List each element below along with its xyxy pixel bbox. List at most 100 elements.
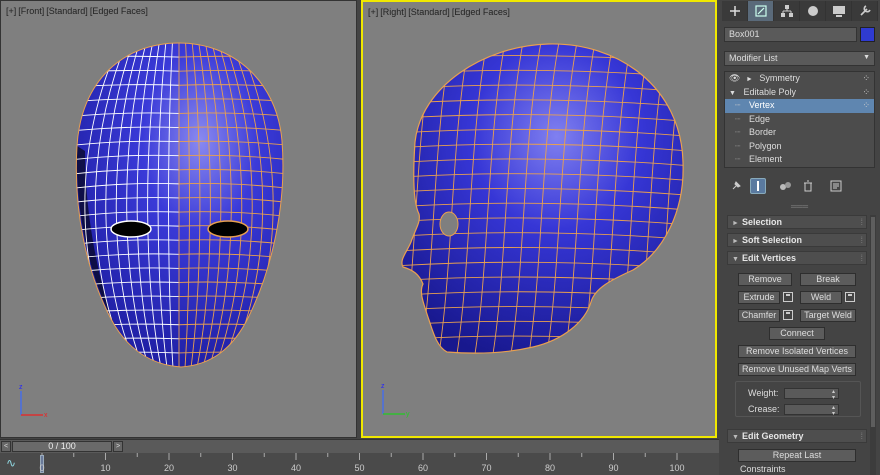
tree-line-icon: ┈ — [735, 113, 741, 124]
expand-icon: ► — [732, 238, 739, 245]
axis-gizmo-front: z x — [19, 384, 48, 419]
panel-separator[interactable]: ═══ — [724, 202, 875, 211]
weld-settings-icon[interactable] — [845, 292, 855, 302]
stack-item-symmetry[interactable]: 👁 ► Symmetry ⁘ — [725, 72, 874, 86]
stack-item-element[interactable]: ┈ Element — [725, 153, 874, 167]
curve-editor-icon[interactable]: ∿ — [6, 456, 16, 470]
weight-spinner[interactable] — [784, 388, 839, 400]
stack-toolbar — [724, 176, 875, 196]
time-slider[interactable]: 0 / 100 — [12, 441, 112, 452]
target-weld-button[interactable]: Target Weld — [800, 309, 856, 322]
constraints-label: Constraints — [740, 464, 786, 474]
stack-item-vertex[interactable]: ┈ Vertex ⁘ — [725, 99, 874, 113]
tick-label: 60 — [417, 463, 429, 473]
right-eye-hole — [207, 220, 249, 238]
modifier-list-dropdown[interactable]: Modifier List ▼ — [724, 51, 875, 66]
command-panel: Box001 Modifier List ▼ 👁 ► Symmetry ⁘ ▼ … — [719, 0, 880, 475]
axis-gizmo-right: z y — [381, 383, 410, 418]
svg-text:x: x — [44, 412, 48, 419]
tick-label: 100 — [669, 463, 685, 473]
modify-icon[interactable] — [748, 1, 774, 21]
head-mesh-right[interactable] — [363, 2, 715, 436]
remove-isolated-vertices-button[interactable]: Remove Isolated Vertices — [738, 345, 856, 358]
tree-line-icon: ┈ — [735, 100, 741, 110]
head-mesh-front[interactable] — [1, 1, 357, 438]
rollout-selection[interactable]: ► Selection ⁞ — [727, 215, 867, 229]
stack-item-edge[interactable]: ┈ Edge — [725, 113, 874, 127]
expand-icon: ► — [732, 220, 739, 227]
tick-label: 80 — [544, 463, 556, 473]
tick-label: 90 — [608, 463, 619, 473]
tick-label: 30 — [227, 463, 238, 473]
tick-label: 0 — [39, 463, 45, 473]
stack-item-border[interactable]: ┈ Border — [725, 126, 874, 140]
tree-line-icon: ┈ — [735, 127, 741, 137]
svg-text:z: z — [19, 384, 23, 391]
side-eye-hole — [439, 211, 459, 237]
weld-button[interactable]: Weld — [800, 291, 842, 304]
prev-frame-button[interactable]: < — [1, 441, 11, 452]
rollout-soft-selection[interactable]: ► Soft Selection ⁞ — [727, 233, 867, 247]
create-plus-icon[interactable] — [722, 1, 748, 21]
track-bar[interactable]: ∿ 0 10 20 30 40 50 60 70 80 90 100 — [0, 453, 719, 475]
chamfer-settings-icon[interactable] — [783, 310, 793, 320]
trash-icon[interactable] — [800, 178, 816, 194]
collapse-icon[interactable]: ▼ — [729, 90, 736, 97]
utilities-icon[interactable] — [852, 1, 878, 21]
crease-spinner[interactable] — [784, 404, 839, 416]
object-name-field[interactable]: Box001 — [724, 27, 857, 42]
svg-text:z: z — [381, 383, 385, 390]
rollout-edit-vertices[interactable]: ▼ Edit Vertices ⁞ — [727, 251, 867, 265]
viewport-front[interactable]: [+] [Front] [Standard] [Edged Faces] z x — [0, 0, 357, 438]
configure-sets-icon[interactable] — [828, 178, 844, 194]
collapse-icon: ▼ — [732, 434, 739, 441]
tree-line-icon: ┈ — [735, 140, 741, 151]
remove-button[interactable]: Remove — [738, 273, 792, 286]
instance-icon: ⁘ — [862, 73, 870, 83]
expand-icon[interactable]: ► — [746, 76, 753, 83]
chamfer-button[interactable]: Chamfer — [738, 309, 780, 322]
eye-icon[interactable]: 👁 — [729, 73, 740, 83]
tick-label: 50 — [354, 463, 365, 473]
repeat-last-button[interactable]: Repeat Last — [738, 449, 856, 462]
stack-item-polygon[interactable]: ┈ Polygon — [725, 140, 874, 154]
drag-handle-icon: ⁞ — [860, 235, 863, 245]
show-end-result-icon[interactable] — [750, 178, 766, 194]
time-slider-bar: < 0 / 100 > — [0, 439, 719, 453]
tick-label: 10 — [100, 463, 111, 473]
connect-button[interactable]: Connect — [769, 327, 825, 340]
weight-label: Weight: — [748, 388, 779, 398]
object-color-swatch[interactable] — [860, 27, 875, 42]
extrude-button[interactable]: Extrude — [738, 291, 780, 304]
modifier-list-label: Modifier List — [729, 53, 778, 63]
scrollbar-thumb[interactable] — [871, 217, 875, 427]
panel-scrollbar[interactable] — [870, 215, 876, 475]
tick-label: 40 — [290, 463, 302, 473]
modifier-stack: 👁 ► Symmetry ⁘ ▼ Editable Poly ⁘ ┈ Verte… — [724, 71, 875, 168]
tick-label: 70 — [481, 463, 492, 473]
instance-icon: ⁘ — [862, 100, 870, 110]
drag-handle-icon: ⁞ — [860, 253, 863, 263]
crease-label: Crease: — [748, 404, 780, 414]
pin-stack-icon[interactable] — [728, 178, 744, 194]
left-eye-hole — [110, 220, 152, 238]
tick-label: 20 — [163, 463, 175, 473]
drag-handle-icon: ⁞ — [860, 431, 863, 441]
instance-icon: ⁘ — [862, 86, 870, 97]
make-unique-icon[interactable] — [778, 178, 794, 194]
collapse-icon: ▼ — [732, 256, 739, 263]
remove-unused-map-verts-button[interactable]: Remove Unused Map Verts — [738, 363, 856, 376]
break-button[interactable]: Break — [800, 273, 856, 286]
stack-item-editable-poly[interactable]: ▼ Editable Poly ⁘ — [725, 86, 874, 100]
drag-handle-icon: ⁞ — [860, 217, 863, 227]
next-frame-button[interactable]: > — [113, 441, 123, 452]
track-bar-ruler: 0 10 20 30 40 50 60 70 80 90 100 — [39, 453, 719, 475]
svg-text:y: y — [406, 411, 410, 418]
hierarchy-icon[interactable] — [774, 1, 800, 21]
motion-icon[interactable] — [800, 1, 826, 21]
rollout-edit-geometry[interactable]: ▼ Edit Geometry ⁞ — [727, 429, 867, 443]
viewport-right[interactable]: [+] [Right] [Standard] [Edged Faces] z y — [361, 0, 717, 438]
extrude-settings-icon[interactable] — [783, 292, 793, 302]
tree-line-icon: ┈ — [735, 154, 741, 164]
display-icon[interactable] — [826, 1, 852, 21]
